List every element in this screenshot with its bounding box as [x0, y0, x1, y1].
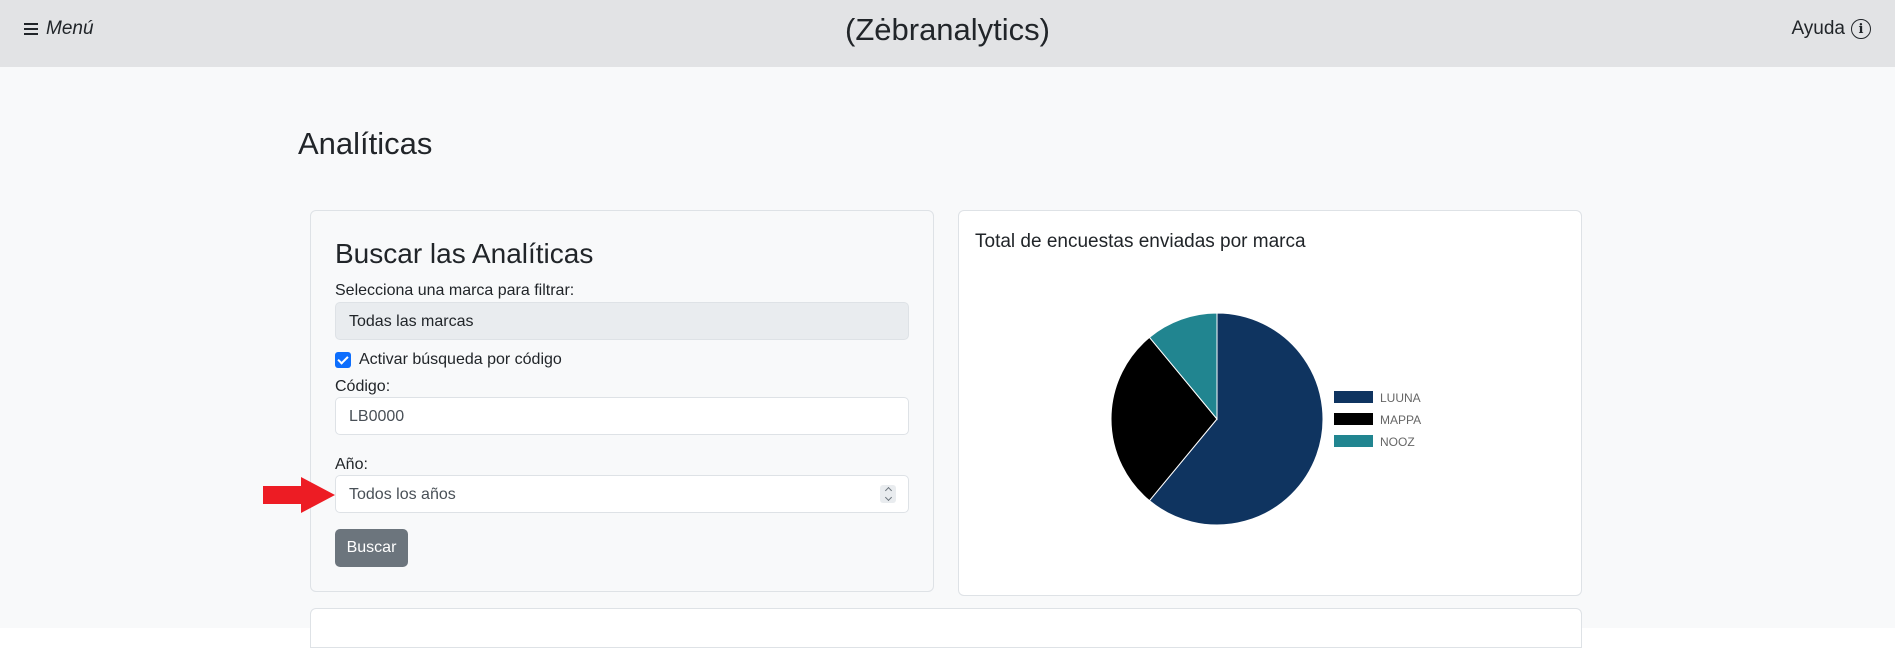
legend-label-nooz: NOOZ — [1380, 435, 1415, 449]
bottom-card — [310, 608, 1582, 648]
legend-label-luuna: LUUNA — [1380, 391, 1421, 405]
legend-swatch-nooz — [1334, 435, 1373, 447]
red-arrow-shape — [263, 477, 335, 513]
pie-chart: LUUNA MAPPA NOOZ — [1110, 312, 1421, 526]
help-button[interactable]: Ayuda i — [1791, 18, 1871, 40]
spinner-down-icon[interactable] — [884, 493, 892, 502]
year-label: Año: — [335, 456, 368, 473]
legend-swatch-luuna — [1334, 391, 1373, 403]
code-label: Código: — [335, 378, 391, 395]
legend-label-mappa: MAPPA — [1380, 413, 1421, 427]
main-content — [0, 67, 1895, 628]
search-button[interactable]: Buscar — [335, 529, 408, 567]
year-spinner[interactable] — [880, 485, 896, 503]
brand-select[interactable]: Todas las marcas — [335, 302, 909, 340]
top-navbar: Menú (Zėbranalytics) Ayuda i — [0, 0, 1895, 67]
app-title: (Zėbranalytics) — [845, 12, 1050, 47]
search-card-title: Buscar las Analíticas — [335, 238, 594, 269]
code-search-toggle[interactable]: Activar búsqueda por código — [335, 351, 562, 369]
page-title: Analíticas — [298, 126, 433, 161]
year-input-value: Todos los años — [349, 486, 456, 503]
year-input[interactable]: Todos los años — [335, 475, 909, 513]
legend-swatch-mappa — [1334, 413, 1373, 425]
search-card: Buscar las Analíticas Selecciona una mar… — [310, 210, 934, 592]
help-label: Ayuda — [1791, 18, 1845, 39]
red-arrow-annotation — [263, 477, 335, 513]
info-icon: i — [1851, 19, 1871, 39]
brand-filter-label: Selecciona una marca para filtrar: — [335, 282, 575, 299]
chart-card: Total de encuestas enviadas por marca LU… — [958, 210, 1582, 596]
code-search-checkbox-label: Activar búsqueda por código — [359, 351, 562, 368]
code-input[interactable]: LB0000 — [335, 397, 909, 435]
code-search-checkbox[interactable] — [335, 352, 351, 368]
